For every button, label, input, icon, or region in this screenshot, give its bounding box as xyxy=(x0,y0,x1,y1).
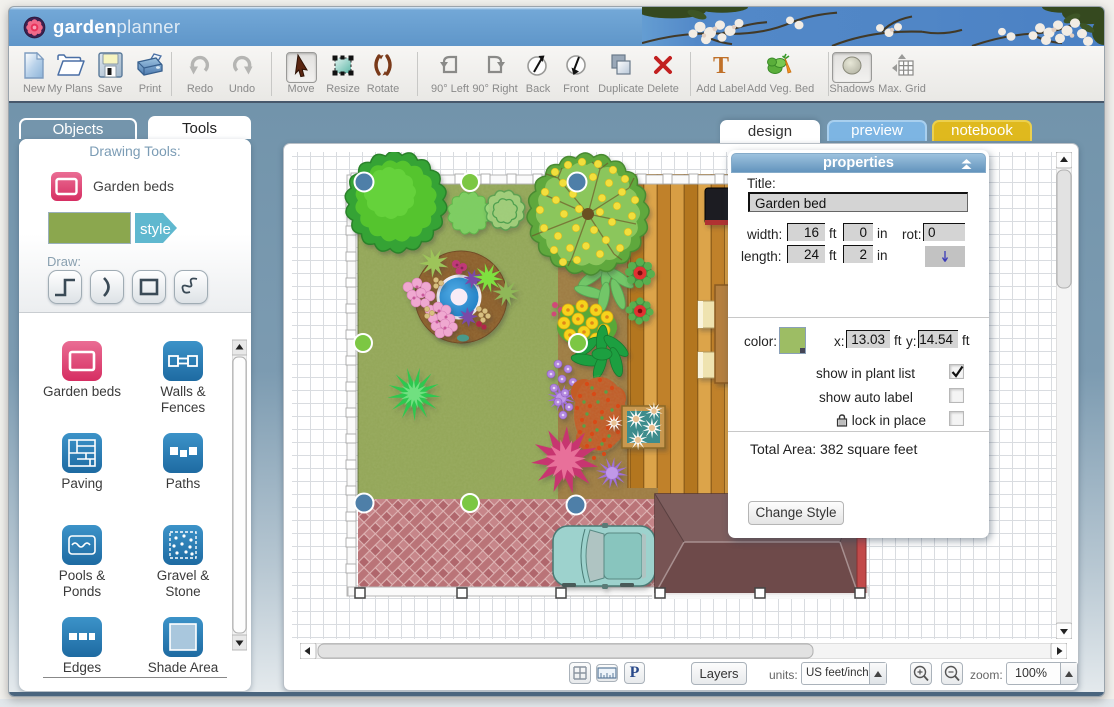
svg-text:T: T xyxy=(713,53,729,79)
svg-text:style: style xyxy=(140,221,171,238)
